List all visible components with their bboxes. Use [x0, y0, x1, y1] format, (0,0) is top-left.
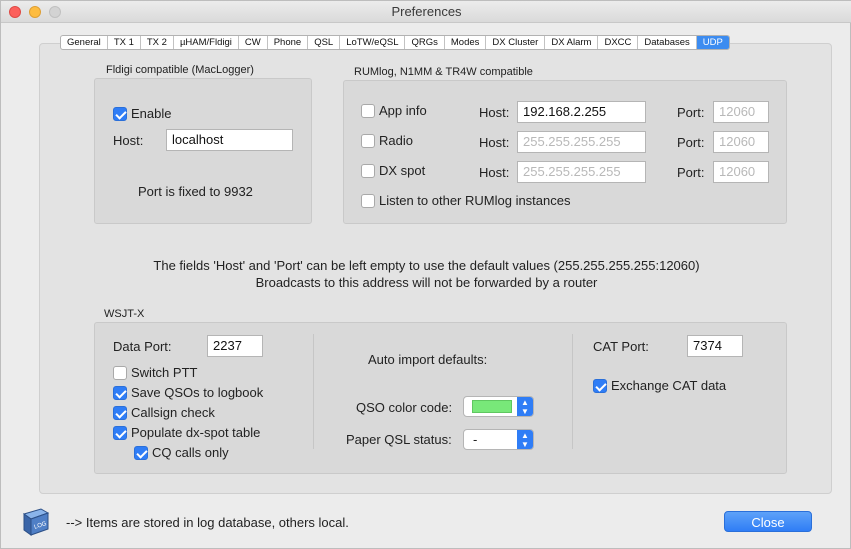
app-info-host-label: Host: — [479, 105, 510, 120]
enable-label: Enable — [131, 106, 172, 121]
tab-qsl[interactable]: QSL — [308, 36, 341, 49]
tab-tx-1[interactable]: TX 1 — [108, 36, 141, 49]
dx-spot-host-label: Host: — [479, 165, 510, 180]
dx-spot-checkbox[interactable] — [361, 164, 375, 178]
switch-ptt-label: Switch PTT — [131, 365, 198, 380]
tab-dx-cluster[interactable]: DX Cluster — [486, 36, 546, 49]
tab-cw[interactable]: CW — [239, 36, 268, 49]
tab-udp[interactable]: UDP — [696, 36, 729, 49]
radio-checkbox[interactable] — [361, 134, 375, 148]
exchange-cat-checkbox[interactable] — [593, 379, 607, 393]
data-port-label: Data Port: — [113, 339, 172, 354]
app-info-label: App info — [379, 103, 427, 118]
paper-qsl-label: Paper QSL status: — [346, 432, 452, 447]
populate-dx-spot-label: Populate dx-spot table — [131, 425, 261, 440]
footer-info-text: --> Items are stored in log database, ot… — [66, 515, 349, 530]
tab--ham-fldigi[interactable]: µHAM/Fldigi — [174, 36, 239, 49]
radio-label: Radio — [379, 133, 413, 148]
cq-calls-only-label: CQ calls only — [152, 445, 229, 460]
paper-qsl-popup[interactable]: - ▲ ▼ — [463, 429, 534, 450]
tab-modes[interactable]: Modes — [445, 36, 487, 49]
tab-qrgs[interactable]: QRGs — [405, 36, 445, 49]
fldigi-group-label: Fldigi compatible (MacLogger) — [106, 64, 254, 76]
qso-color-swatch — [472, 400, 512, 413]
router-note: Broadcasts to this address will not be f… — [255, 275, 598, 290]
close-button[interactable]: Close — [724, 511, 812, 532]
tab-dxcc[interactable]: DXCC — [598, 36, 639, 49]
tab-dx-alarm[interactable]: DX Alarm — [545, 36, 599, 49]
popup-arrows-icon: ▲ ▼ — [517, 430, 533, 449]
tab-general[interactable]: General — [61, 36, 108, 49]
paper-qsl-value: - — [473, 432, 478, 447]
title-bar: Preferences — [1, 1, 851, 23]
enable-checkbox[interactable] — [113, 107, 127, 121]
fldigi-port-note: Port is fixed to 9932 — [138, 184, 253, 199]
switch-ptt-checkbox[interactable] — [113, 366, 127, 380]
cat-port-label: CAT Port: — [593, 339, 649, 354]
tab-lotw-eqsl[interactable]: LoTW/eQSL — [340, 36, 406, 49]
tab-bar: General TX 1 TX 2 µHAM/Fldigi CW Phone QSL LoTW… — [60, 35, 730, 50]
listen-rumlog-checkbox[interactable] — [361, 194, 375, 208]
default-values-note: The fields 'Host' and 'Port' can be left… — [153, 258, 700, 273]
exchange-cat-label: Exchange CAT data — [611, 378, 727, 393]
wsjtx-divider-left — [313, 334, 314, 449]
fldigi-host-input[interactable]: localhost — [166, 129, 293, 151]
tab-phone[interactable]: Phone — [268, 36, 309, 49]
dx-spot-port-label: Port: — [677, 165, 705, 180]
wsjtx-group-label: WSJT-X — [104, 308, 145, 320]
listen-rumlog-label: Listen to other RUMlog instances — [379, 193, 571, 208]
qso-color-label: QSO color code: — [356, 400, 453, 415]
dx-spot-label: DX spot — [379, 163, 426, 178]
wsjtx-divider-right — [572, 334, 573, 449]
auto-import-label: Auto import defaults: — [368, 352, 488, 367]
dx-spot-port-input[interactable]: 12060 — [713, 161, 769, 183]
radio-port-label: Port: — [677, 135, 705, 150]
qso-color-popup[interactable]: ▲ ▼ — [463, 396, 534, 417]
window-title: Preferences — [391, 4, 462, 19]
radio-host-input[interactable]: 255.255.255.255 — [517, 131, 646, 153]
dx-spot-host-input[interactable]: 255.255.255.255 — [517, 161, 646, 183]
tab-databases[interactable]: Databases — [638, 36, 697, 49]
populate-dx-spot-checkbox[interactable] — [113, 426, 127, 440]
cq-calls-only-checkbox[interactable] — [134, 446, 148, 460]
logbook-icon: LOG — [22, 508, 50, 536]
preferences-window: Preferences General TX 1 TX 2 µHAM/Fldigi CW… — [0, 0, 851, 549]
rumlog-group-label: RUMlog, N1MM & TR4W compatible — [354, 66, 533, 78]
cat-port-input[interactable]: 7374 — [687, 335, 743, 357]
callsign-check-label: Callsign check — [131, 405, 215, 420]
tab-tx-2[interactable]: TX 2 — [141, 36, 174, 49]
fldigi-host-label: Host: — [113, 133, 144, 148]
app-info-port-input[interactable]: 12060 — [713, 101, 769, 123]
fldigi-group — [94, 78, 312, 224]
radio-port-input[interactable]: 12060 — [713, 131, 769, 153]
app-info-port-label: Port: — [677, 105, 705, 120]
radio-host-label: Host: — [479, 135, 510, 150]
save-qsos-label: Save QSOs to logbook — [131, 385, 264, 400]
save-qsos-checkbox[interactable] — [113, 386, 127, 400]
app-info-host-input[interactable]: 192.168.2.255 — [517, 101, 646, 123]
popup-arrows-icon: ▲ ▼ — [517, 397, 533, 416]
data-port-input[interactable]: 2237 — [207, 335, 263, 357]
callsign-check-checkbox[interactable] — [113, 406, 127, 420]
app-info-checkbox[interactable] — [361, 104, 375, 118]
